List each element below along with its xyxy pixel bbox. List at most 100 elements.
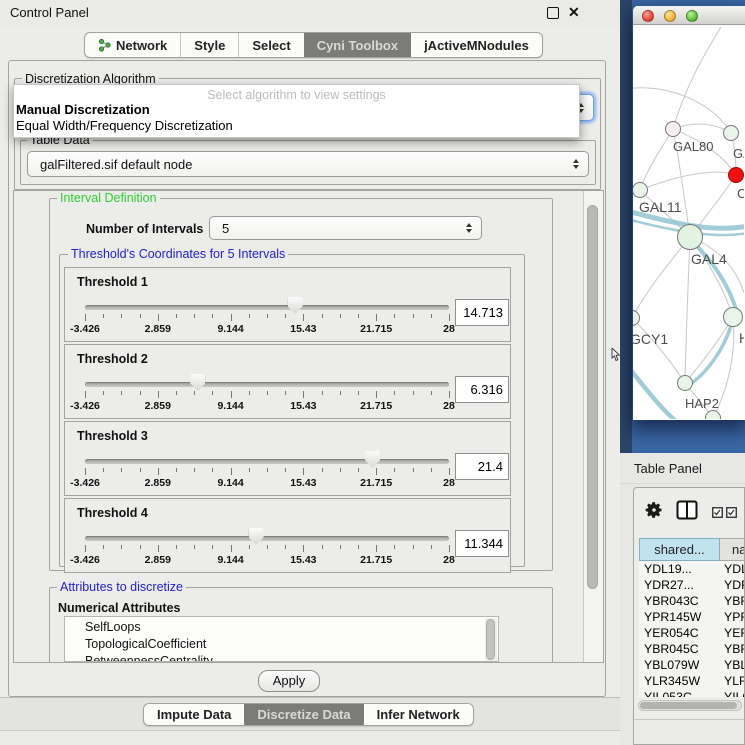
list-item[interactable]: SelfLoops xyxy=(65,619,498,636)
table-cell[interactable]: YBR0 xyxy=(720,593,745,609)
minor-tick xyxy=(103,545,104,549)
table-data-combo[interactable]: galFiltered.sif default node xyxy=(27,151,589,177)
slider-track[interactable] xyxy=(85,305,449,310)
table-cell[interactable]: YLR3 xyxy=(720,673,745,689)
slider-thumb[interactable] xyxy=(249,528,264,545)
bottom-tab-impute-data[interactable]: Impute Data xyxy=(144,704,244,725)
slider-track[interactable] xyxy=(85,459,449,464)
threshold-value-input[interactable] xyxy=(455,299,509,326)
table-cell[interactable]: YBR043C xyxy=(639,593,720,609)
bottom-tabbar: Impute DataDiscretize DataInfer Network xyxy=(143,703,474,726)
desktop-divider[interactable] xyxy=(620,0,632,453)
dropdown-item-manual-discretization[interactable]: Manual Discretization xyxy=(16,102,150,117)
table-row[interactable]: YPR145WYPR1 xyxy=(639,609,745,625)
table-row[interactable]: YDR27...YDR2 xyxy=(639,577,745,593)
table-rows: YDL19...YDL1YDR27...YDR2YBR043CYBR0YPR14… xyxy=(639,561,745,697)
apply-button[interactable]: Apply xyxy=(258,670,320,692)
table-cell[interactable]: YPR1 xyxy=(720,609,745,625)
table-cell[interactable]: YIL053C xyxy=(639,689,720,697)
table-data-combo-value: galFiltered.sif default node xyxy=(28,157,192,172)
tab-style[interactable]: Style xyxy=(180,33,238,57)
checkbox-filter-icon-2[interactable] xyxy=(726,505,737,523)
settings-scrollbar-thumb[interactable] xyxy=(587,205,598,589)
tab-jactivemnodules[interactable]: jActiveMNodules xyxy=(411,33,542,57)
node-label: H xyxy=(739,330,744,346)
table-row[interactable]: YBR045CYBR0 xyxy=(639,641,745,657)
list-item[interactable]: TopologicalCoefficient xyxy=(65,636,498,653)
threshold-value-input[interactable] xyxy=(455,376,509,403)
network-node-ga[interactable] xyxy=(723,125,739,141)
table-row[interactable]: YIL053CYIL0 xyxy=(639,689,745,697)
split-columns-icon[interactable] xyxy=(676,500,698,525)
minor-tick xyxy=(212,314,213,318)
table-row[interactable]: YER054CYER0 xyxy=(639,625,745,641)
major-tick xyxy=(376,545,377,552)
bottom-tab-infer-network[interactable]: Infer Network xyxy=(364,704,473,725)
network-canvas[interactable]: GAL80GACGAL11GAL4GCY1HHAP2 xyxy=(633,25,744,419)
table-cell[interactable]: YPR145W xyxy=(639,609,720,625)
bottom-tab-discretize-data[interactable]: Discretize Data xyxy=(244,704,363,725)
table-cell[interactable]: YBR0 xyxy=(720,641,745,657)
table-cell[interactable]: YBL079W xyxy=(639,657,720,673)
table-row[interactable]: YBL079WYBL0 xyxy=(639,657,745,673)
dropdown-item-equal-width-frequency[interactable]: Equal Width/Frequency Discretization xyxy=(16,118,233,133)
table-row[interactable]: YLR345WYLR3 xyxy=(639,673,745,689)
table-cell[interactable]: YDL19... xyxy=(639,561,720,577)
slider-thumb[interactable] xyxy=(288,297,303,314)
slider-track[interactable] xyxy=(85,536,449,541)
list-scrollbar[interactable] xyxy=(485,618,497,662)
control-panel-window: Control Panel ✕ NetworkStyleSelectCyni T… xyxy=(0,0,620,745)
major-tick xyxy=(85,545,86,552)
number-of-intervals-combo[interactable]: 5 xyxy=(209,216,482,240)
column-header-2[interactable]: na xyxy=(720,538,745,561)
close-icon[interactable]: ✕ xyxy=(568,4,580,21)
node-label: GAL80 xyxy=(673,139,713,154)
threshold-value-input[interactable] xyxy=(455,530,509,557)
table-cell[interactable]: YDR2 xyxy=(720,577,745,593)
table-horizontal-scrollbar[interactable] xyxy=(638,700,742,711)
tab-label: Style xyxy=(194,38,225,53)
tab-cyni-toolbox[interactable]: Cyni Toolbox xyxy=(304,33,411,57)
column-header-1[interactable]: shared... xyxy=(639,538,720,561)
table-cell[interactable]: YLR345W xyxy=(639,673,720,689)
minor-tick xyxy=(194,391,195,395)
network-node-hap2[interactable] xyxy=(677,375,693,391)
minor-tick xyxy=(267,468,268,472)
tab-select[interactable]: Select xyxy=(238,33,303,57)
slider-thumb[interactable] xyxy=(365,451,380,468)
network-node-c[interactable] xyxy=(728,167,744,183)
network-desktop: GAL80GACGAL11GAL4GCY1HHAP2 xyxy=(620,0,745,453)
tab-label: Cyni Toolbox xyxy=(317,38,398,53)
gear-icon[interactable] xyxy=(644,500,664,525)
numerical-attributes-list[interactable]: SelfLoopsTopologicalCoefficientBetweenne… xyxy=(64,616,499,662)
table-row[interactable]: YBR043CYBR0 xyxy=(639,593,745,609)
table-cell[interactable]: YER0 xyxy=(720,625,745,641)
table-cell[interactable]: YDL1 xyxy=(720,561,745,577)
network-node-gal80[interactable] xyxy=(665,121,681,137)
zoom-traffic-light[interactable] xyxy=(686,10,698,22)
network-node-h[interactable] xyxy=(723,307,743,327)
list-scrollbar-thumb[interactable] xyxy=(486,619,495,660)
table-cell[interactable]: YER054C xyxy=(639,625,720,641)
checkbox-filter-icon[interactable] xyxy=(712,505,723,523)
table-cell[interactable]: YDR27... xyxy=(639,577,720,593)
table-hscroll-thumb[interactable] xyxy=(640,702,737,709)
threshold-value-input[interactable] xyxy=(455,453,509,480)
minimize-traffic-light[interactable] xyxy=(664,10,676,22)
table-cell[interactable]: YBR045C xyxy=(639,641,720,657)
thresholds-group: Threshold's Coordinates for 5 Intervals … xyxy=(59,254,525,567)
minor-tick xyxy=(103,314,104,318)
slider-thumb[interactable] xyxy=(190,374,205,391)
table-cell[interactable]: YBL0 xyxy=(720,657,745,673)
settings-vertical-scrollbar[interactable] xyxy=(583,191,603,662)
table-cell[interactable]: YIL0 xyxy=(720,689,745,697)
float-window-icon[interactable] xyxy=(547,7,559,19)
list-item[interactable]: BetweennessCentrality xyxy=(65,653,498,662)
close-traffic-light[interactable] xyxy=(642,10,654,22)
slider-track[interactable] xyxy=(85,382,449,387)
table-row[interactable]: YDL19...YDL1 xyxy=(639,561,745,577)
network-node[interactable] xyxy=(705,410,721,419)
tick-label: 2.859 xyxy=(145,323,171,335)
tab-network[interactable]: Network xyxy=(85,33,180,57)
network-node-gal4[interactable] xyxy=(677,224,703,250)
